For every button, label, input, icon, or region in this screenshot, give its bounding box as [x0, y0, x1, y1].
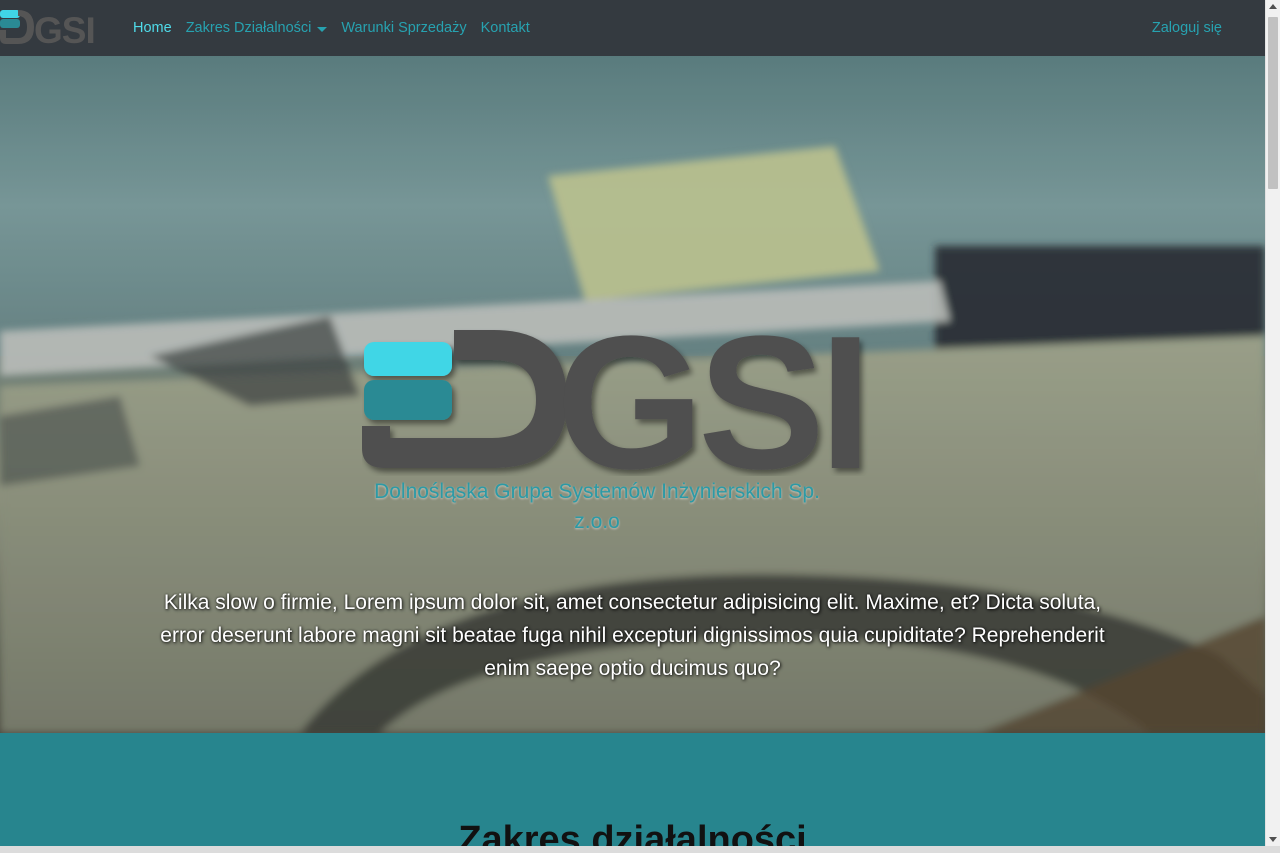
- svg-text:GSI: GSI: [34, 10, 95, 48]
- nav-home[interactable]: Home: [126, 20, 179, 36]
- dgsi-logo-icon: GSI: [0, 10, 96, 51]
- scroll-down-arrow-icon[interactable]: [1269, 837, 1277, 842]
- section-title: Zakres działalności: [458, 819, 807, 846]
- hero-description: Kilka slow o firmie, Lorem ipsum dolor s…: [160, 591, 1105, 680]
- browser-viewport: GSI Home Zakres Działalności Warunki Spr…: [0, 0, 1265, 846]
- window-bottom-edge: [0, 846, 1280, 853]
- svg-text:GSI: GSI: [556, 328, 866, 476]
- nav-kontakt[interactable]: Kontakt: [474, 20, 537, 36]
- nav-warunki[interactable]: Warunki Sprzedaży: [334, 20, 473, 36]
- services-section: Zakres działalności: [0, 733, 1265, 846]
- login-link[interactable]: Zaloguj się: [1152, 0, 1222, 56]
- nav-links: Home Zakres Działalności Warunki Sprzeda…: [126, 0, 537, 56]
- top-navbar: GSI Home Zakres Działalności Warunki Spr…: [0, 0, 1265, 56]
- nav-warunki-label: Warunki Sprzedaży: [341, 20, 467, 36]
- nav-home-label: Home: [133, 20, 172, 36]
- scroll-up-arrow-icon[interactable]: [1269, 4, 1277, 9]
- brand-logo[interactable]: GSI: [0, 8, 112, 51]
- vertical-scrollbar[interactable]: [1265, 0, 1280, 846]
- caret-down-icon: [317, 26, 328, 32]
- nav-kontakt-label: Kontakt: [480, 20, 530, 36]
- dgsi-hero-logo-icon: GSI: [362, 328, 872, 476]
- hero-section: GSI Dolnośląska Grupa Systemów Inżyniers…: [0, 56, 1265, 733]
- scrollbar-thumb[interactable]: [1268, 17, 1278, 189]
- nav-zakres-dropdown[interactable]: Zakres Działalności: [179, 20, 335, 36]
- nav-zakres-label: Zakres Działalności: [185, 20, 312, 36]
- company-name: Dolnośląska Grupa Systemów Inżynierskich…: [374, 480, 820, 533]
